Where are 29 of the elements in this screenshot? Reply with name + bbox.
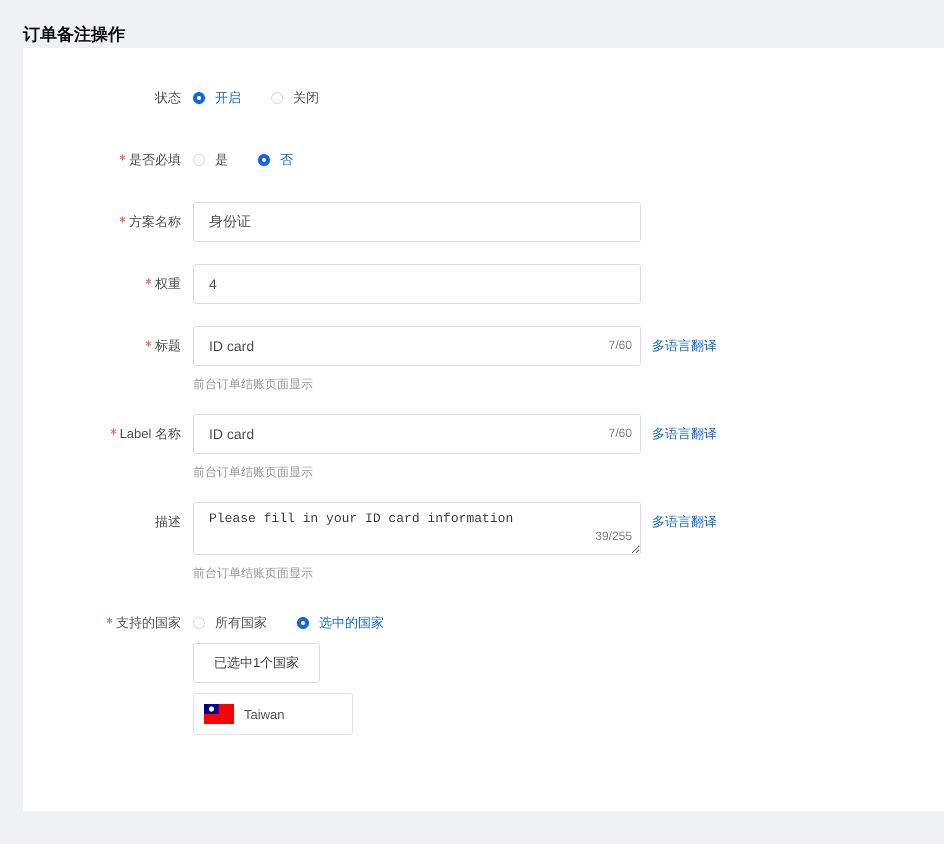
field-label: 权重 (155, 275, 181, 293)
country-name: Taiwan (244, 706, 284, 722)
selected-countries-button[interactable]: 已选中1个国家 (193, 643, 320, 683)
radio-option[interactable]: 选中的国家 (297, 614, 384, 632)
radio-option[interactable]: 所有国家 (193, 614, 267, 632)
character-count: 39/255 (595, 529, 632, 543)
radio-option[interactable]: 是 (193, 151, 228, 169)
translate-link[interactable]: 多语言翻译 (652, 502, 717, 542)
text-field[interactable]: 4 (193, 264, 641, 304)
field-label: Label 名称 (120, 425, 181, 443)
field-label: 支持的国家 (116, 614, 181, 632)
field-label: 状态 (155, 89, 181, 107)
hint-text: 前台订单结账页面显示 (193, 376, 313, 393)
text-field[interactable]: 身份证 (193, 202, 641, 242)
radio-option[interactable]: 否 (258, 151, 293, 169)
flag-icon (204, 704, 234, 724)
field-label: 标题 (155, 337, 181, 355)
field-label: 是否必填 (129, 151, 181, 169)
field-label: 描述 (155, 513, 181, 531)
page-title: 订单备注操作 (22, 24, 126, 46)
field-label: 方案名称 (129, 213, 181, 231)
translate-link[interactable]: 多语言翻译 (652, 414, 717, 454)
hint-text: 前台订单结账页面显示 (193, 565, 313, 582)
radio-option[interactable]: 开启 (193, 89, 241, 107)
hint-text: 前台订单结账页面显示 (193, 464, 313, 481)
character-count: 7/60 (608, 426, 632, 440)
translate-link[interactable]: 多语言翻译 (652, 326, 717, 366)
character-count: 7/60 (608, 338, 632, 352)
radio-option[interactable]: 关闭 (271, 89, 319, 107)
